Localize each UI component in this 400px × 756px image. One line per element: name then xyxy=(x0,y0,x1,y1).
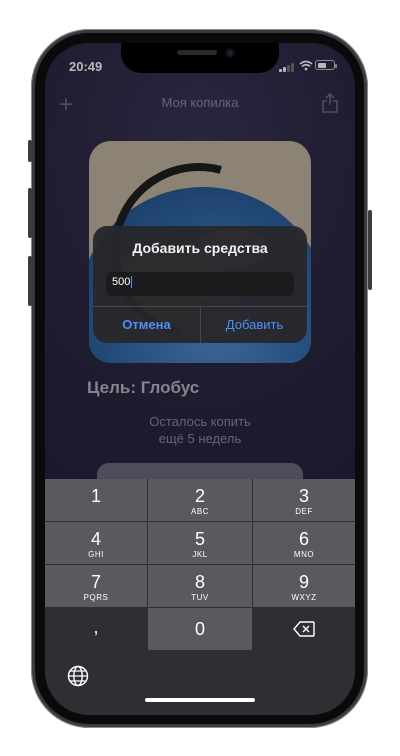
key-8-letters: TUV xyxy=(191,593,209,602)
key-7[interactable]: 7 PQRS xyxy=(45,565,147,607)
key-3[interactable]: 3 DEF xyxy=(253,479,355,521)
key-9-number: 9 xyxy=(298,572,309,592)
key-8-number: 8 xyxy=(194,572,205,592)
key-4[interactable]: 4 GHI xyxy=(45,522,147,564)
key-3-number: 3 xyxy=(298,486,309,506)
notch xyxy=(121,43,279,73)
key-6-letters: MNO xyxy=(293,550,315,559)
key-4-letters: GHI xyxy=(88,550,104,559)
key-3-letters: DEF xyxy=(295,507,313,516)
key-4-number: 4 xyxy=(90,529,101,549)
home-indicator[interactable] xyxy=(145,698,255,702)
key-1-number: 1 xyxy=(90,486,101,506)
key-1[interactable]: 1 xyxy=(45,479,147,521)
key-5-letters: JKL xyxy=(192,550,208,559)
front-camera xyxy=(225,48,235,58)
delete-key[interactable] xyxy=(253,608,355,650)
key-9-letters: WXYZ xyxy=(291,593,317,602)
amount-input-value: 500 xyxy=(112,276,131,288)
key-5[interactable]: 5 JKL xyxy=(148,522,252,564)
silent-switch xyxy=(28,140,32,162)
key-comma-symbol: , xyxy=(93,617,99,637)
add-funds-alert: Добавить средства 500 Отмена Добавить xyxy=(93,226,307,343)
key-0-number: 0 xyxy=(194,619,205,639)
key-2[interactable]: 2 ABC xyxy=(148,479,252,521)
cancel-button[interactable]: Отмена xyxy=(93,306,200,343)
add-button[interactable]: Добавить xyxy=(201,306,307,343)
key-9[interactable]: 9 WXYZ xyxy=(253,565,355,607)
delete-backspace-icon xyxy=(293,621,315,637)
volume-up-button xyxy=(28,188,32,238)
key-7-letters: PQRS xyxy=(83,593,109,602)
globe-icon[interactable] xyxy=(67,665,89,687)
key-0[interactable]: 0 xyxy=(148,608,252,650)
key-8[interactable]: 8 TUV xyxy=(148,565,252,607)
numeric-keypad: 1 2 ABC 3 DEF 4 GHI 5 JKL 6 MNO 7 PQRS 8 xyxy=(45,479,355,715)
key-comma[interactable]: , xyxy=(45,608,147,650)
key-2-number: 2 xyxy=(194,486,205,506)
speaker xyxy=(177,50,217,55)
key-6-number: 6 xyxy=(298,529,309,549)
key-7-number: 7 xyxy=(90,572,101,592)
power-button xyxy=(368,210,372,290)
key-2-letters: ABC xyxy=(191,507,209,516)
text-caret xyxy=(131,276,133,289)
volume-down-button xyxy=(28,256,32,306)
key-5-number: 5 xyxy=(194,529,205,549)
screen: 20:49 + Моя копилка Цель: Глобус Осталос… xyxy=(45,43,355,715)
alert-title: Добавить средства xyxy=(132,240,268,256)
amount-input[interactable]: 500 xyxy=(106,272,294,296)
key-6[interactable]: 6 MNO xyxy=(253,522,355,564)
